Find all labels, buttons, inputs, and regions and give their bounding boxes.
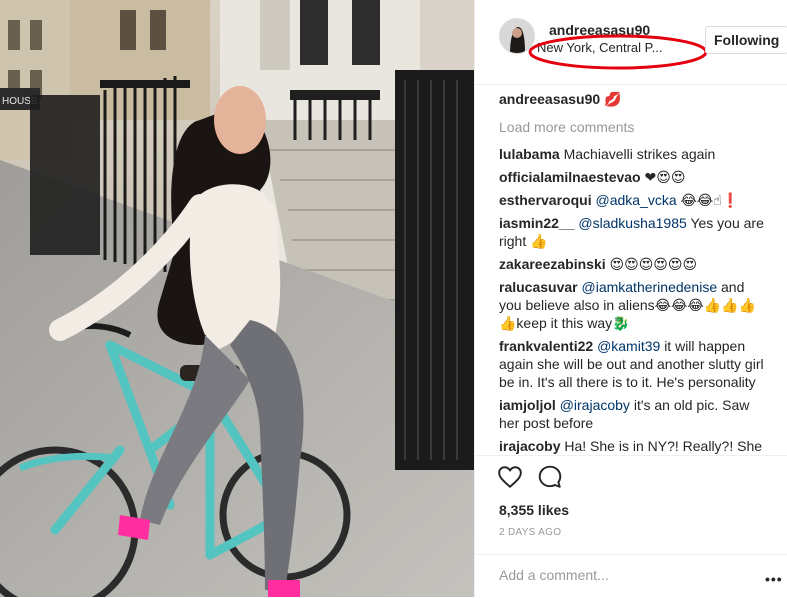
comment-username[interactable]: frankvalenti22: [499, 338, 593, 354]
comment-mention[interactable]: @kamit39: [597, 338, 660, 354]
post-author-username[interactable]: andreeasasu90: [549, 22, 650, 38]
post-header: andreeasasu90 New York, Central P... Fol…: [475, 0, 787, 85]
comment-item: lulabama Machiavelli strikes again: [499, 145, 769, 163]
post-actions: 8,355 likes 2 DAYS AGO •••: [475, 455, 787, 597]
comment-mention[interactable]: @irajacoby: [560, 397, 630, 413]
comment-text: ❤😍😍: [644, 169, 686, 185]
post-timestamp[interactable]: 2 DAYS AGO: [499, 527, 561, 538]
post-photo[interactable]: HOUSE: [0, 0, 474, 597]
post-caption: andreeasasu90 💋: [499, 90, 769, 108]
comment-item: iasmin22__ @sladkusha1985 Yes you are ri…: [499, 214, 769, 250]
comment-item: zakareezabinski 😍😍😍😍😍😍: [499, 255, 769, 273]
avatar[interactable]: [499, 18, 535, 54]
comment-mention[interactable]: @sladkusha1985: [578, 215, 686, 231]
comment-mention[interactable]: @adka_vcka: [595, 192, 676, 208]
comment-icon[interactable]: [537, 464, 563, 490]
comment-username[interactable]: irajacoby: [499, 438, 560, 454]
photo-scene: HOUSE: [0, 0, 474, 597]
post-sidebar: andreeasasu90 New York, Central P... Fol…: [474, 0, 787, 597]
post-location[interactable]: New York, Central P...: [537, 40, 663, 55]
comment-item: irajacoby Ha! She is in NY?! Really?! Sh…: [499, 437, 769, 455]
caption-username[interactable]: andreeasasu90: [499, 91, 600, 107]
comment-item: ralucasuvar @iamkatherinedenise and you …: [499, 278, 769, 332]
comment-text: 😂😂☝❗: [680, 192, 740, 208]
comment-item: frankvalenti22 @kamit39 it will happen a…: [499, 337, 769, 391]
comment-item: officialamilnaestevao ❤😍😍: [499, 168, 769, 186]
load-more-comments-link[interactable]: Load more comments: [499, 118, 769, 136]
comment-text: 😍😍😍😍😍😍: [609, 256, 698, 272]
comment-username[interactable]: lulabama: [499, 146, 560, 162]
comment-username[interactable]: iamjoljol: [499, 397, 556, 413]
comments-list: andreeasasu90 💋 Load more comments lulab…: [499, 90, 769, 455]
comment-text: Machiavelli strikes again: [563, 146, 716, 162]
heart-icon[interactable]: [497, 464, 523, 490]
comment-mention[interactable]: @iamkatherinedenise: [582, 279, 718, 295]
add-comment-input[interactable]: [497, 566, 741, 584]
comment-item: iamjoljol @irajacoby it's an old pic. Sa…: [499, 396, 769, 432]
following-button[interactable]: Following: [705, 26, 787, 54]
comment-username[interactable]: zakareezabinski: [499, 256, 606, 272]
comment-username[interactable]: officialamilnaestevao: [499, 169, 641, 185]
caption-text: 💋: [604, 91, 622, 107]
comment-username[interactable]: ralucasuvar: [499, 279, 578, 295]
comment-item: esthervaroqui @adka_vcka 😂😂☝❗: [499, 191, 769, 209]
add-comment-bar: •••: [475, 554, 787, 598]
more-options-icon[interactable]: •••: [765, 571, 783, 587]
comment-username[interactable]: esthervaroqui: [499, 192, 592, 208]
like-count[interactable]: 8,355 likes: [499, 502, 569, 518]
comment-username[interactable]: iasmin22__: [499, 215, 575, 231]
